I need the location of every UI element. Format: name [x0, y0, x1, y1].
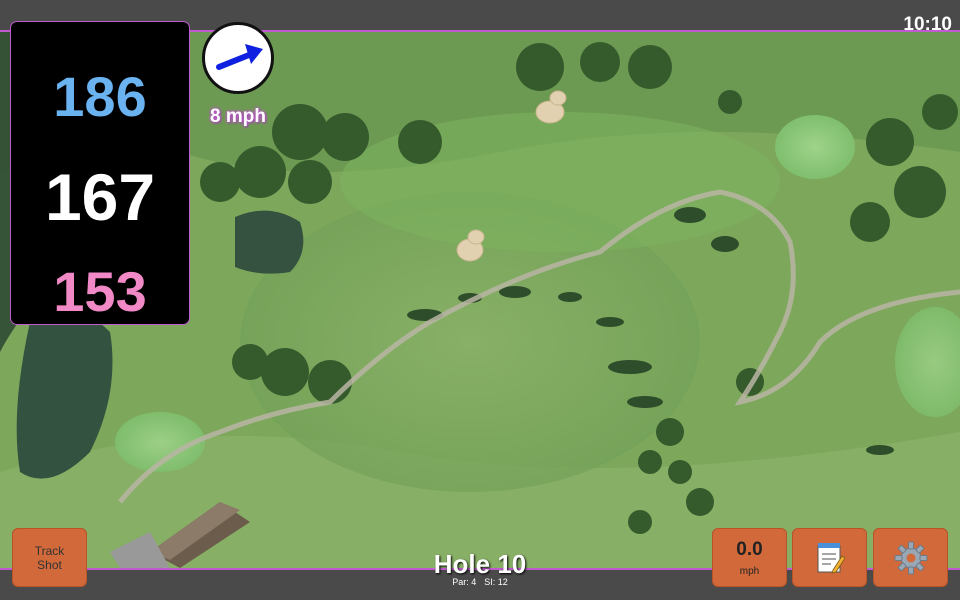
track-shot-button[interactable]: Track Shot: [12, 528, 87, 587]
speed-value: 0.0: [736, 539, 763, 560]
back-distance: 186: [53, 65, 147, 128]
hole-info: Par: 4 SI: 12: [380, 577, 580, 587]
stroke-index-label: SI: 12: [484, 577, 508, 587]
track-shot-label-line2: Shot: [37, 557, 62, 572]
settings-button[interactable]: [873, 528, 948, 587]
speed-button[interactable]: 0.0 mph: [712, 528, 787, 587]
hole-title: Hole 10: [433, 549, 527, 579]
wind-arrow-icon: [216, 44, 263, 70]
notes-button[interactable]: [792, 528, 867, 587]
track-shot-label-line1: Track: [34, 543, 65, 558]
speed-unit: mph: [739, 566, 760, 577]
notepad-icon: [817, 543, 845, 574]
par-label: Par: 4: [452, 577, 477, 587]
distance-panel: 186 167 153: [11, 22, 189, 324]
wind-indicator: [202, 22, 274, 94]
center-distance: 167: [44, 160, 156, 234]
wind-speed-label: 8 mph: [210, 106, 266, 127]
front-distance: 153: [53, 260, 147, 323]
gear-icon: [894, 541, 928, 575]
